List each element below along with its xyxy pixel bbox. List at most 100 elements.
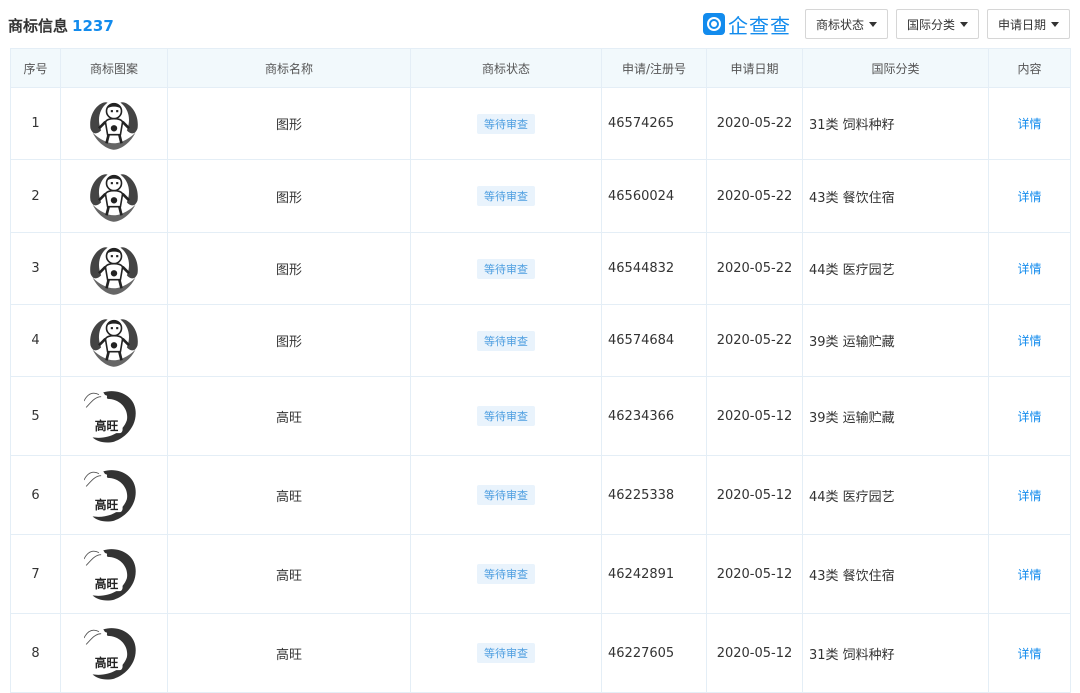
filter-label: 商标状态 xyxy=(815,17,864,32)
table-row: 6 高旺 高旺 等待审查 46225338 2020-05-12 44类 医疗园艺 详情 xyxy=(10,455,1071,535)
details-link[interactable]: 详情 xyxy=(1017,489,1041,503)
row-number: 3 xyxy=(10,232,61,305)
table-row: 3 图形 等待审查 46544832 2020-05-22 44类 医疗园艺 详情 xyxy=(10,232,1071,305)
table-row: 8 高旺 高旺 等待审查 46227605 2020-05-12 31类 饲料种籽 详情 xyxy=(10,613,1071,693)
caret-down-icon xyxy=(868,21,877,27)
details-link[interactable]: 详情 xyxy=(1017,410,1041,424)
trademark-name: 高旺 xyxy=(167,455,411,535)
row-number: 4 xyxy=(10,304,61,377)
filter-label: 申请日期 xyxy=(997,17,1046,32)
figure-emblem-icon[interactable] xyxy=(84,241,144,297)
registration-number: 46544832 xyxy=(601,232,707,305)
international-class: 43类 餐饮住宿 xyxy=(802,534,989,614)
table-body: 1 图形 等待审查 46574265 2020-05-22 31类 饲料种籽 详情 2 图形 等待… xyxy=(10,87,1071,693)
details-link[interactable]: 详情 xyxy=(1017,262,1041,276)
action-cell: 详情 xyxy=(988,87,1071,160)
logo-text: 高旺 xyxy=(95,656,119,670)
figure-emblem-icon[interactable] xyxy=(84,96,144,152)
trademark-table: 序号 商标图案 商标名称 商标状态 申请/注册号 申请日期 国际分类 内容 1 图… xyxy=(10,48,1071,693)
registration-number: 46225338 xyxy=(601,455,707,535)
status-cell: 等待审查 xyxy=(410,534,602,614)
international-class: 31类 饲料种籽 xyxy=(802,87,989,160)
trademark-name: 图形 xyxy=(167,159,411,233)
col-header: 国际分类 xyxy=(802,48,989,88)
application-date: 2020-05-12 xyxy=(706,376,803,456)
col-header: 申请/注册号 xyxy=(601,48,707,88)
details-link[interactable]: 详情 xyxy=(1017,334,1041,348)
action-cell: 详情 xyxy=(988,455,1071,535)
action-cell: 详情 xyxy=(988,613,1071,693)
figure-emblem-icon[interactable] xyxy=(84,168,144,224)
action-cell: 详情 xyxy=(988,376,1071,456)
table-row: 7 高旺 高旺 等待审查 46242891 2020-05-12 43类 餐饮住宿 详情 xyxy=(10,534,1071,614)
shrimp-emblem-icon[interactable]: 高旺 xyxy=(84,546,144,602)
status-cell: 等待审查 xyxy=(410,613,602,693)
status-badge: 等待审查 xyxy=(477,406,535,426)
details-link[interactable]: 详情 xyxy=(1017,117,1041,131)
registration-number: 46234366 xyxy=(601,376,707,456)
details-link[interactable]: 详情 xyxy=(1017,647,1041,661)
application-date: 2020-05-22 xyxy=(706,87,803,160)
details-link[interactable]: 详情 xyxy=(1017,190,1041,204)
status-cell: 等待审查 xyxy=(410,232,602,305)
col-header: 申请日期 xyxy=(706,48,803,88)
trademark-name: 图形 xyxy=(167,87,411,160)
col-header: 序号 xyxy=(10,48,61,88)
page-header: 商标信息 1237 企查查 商标状态 国际分类 申请日期 xyxy=(0,0,1080,48)
registration-number: 46227605 xyxy=(601,613,707,693)
international-class: 44类 医疗园艺 xyxy=(802,232,989,305)
status-cell: 等待审查 xyxy=(410,159,602,233)
table-header-row: 序号 商标图案 商标名称 商标状态 申请/注册号 申请日期 国际分类 内容 xyxy=(10,48,1071,88)
application-date: 2020-05-12 xyxy=(706,455,803,535)
status-badge: 等待审查 xyxy=(477,258,535,279)
trademark-name: 高旺 xyxy=(167,534,411,614)
shrimp-emblem-icon[interactable]: 高旺 xyxy=(84,467,144,523)
application-date: 2020-05-12 xyxy=(706,613,803,693)
brand-name: 企查查 xyxy=(727,13,791,38)
trademark-image-cell xyxy=(60,232,168,305)
application-date: 2020-05-22 xyxy=(706,304,803,377)
qichacha-icon xyxy=(702,13,725,35)
status-badge: 等待审查 xyxy=(477,330,535,351)
action-cell: 详情 xyxy=(988,159,1071,233)
row-number: 2 xyxy=(10,159,61,233)
figure-emblem-icon[interactable] xyxy=(84,313,144,369)
table-row: 2 图形 等待审查 46560024 2020-05-22 43类 餐饮住宿 详情 xyxy=(10,159,1071,233)
col-header: 商标图案 xyxy=(60,48,168,88)
international-class: 39类 运输贮藏 xyxy=(802,304,989,377)
trademark-image-cell xyxy=(60,87,168,160)
shrimp-emblem-icon[interactable]: 高旺 xyxy=(84,625,144,681)
col-header: 商标状态 xyxy=(410,48,602,88)
trademark-image-cell: 高旺 xyxy=(60,534,168,614)
registration-number: 46574265 xyxy=(601,87,707,160)
application-date: 2020-05-22 xyxy=(706,159,803,233)
trademark-image-cell xyxy=(60,304,168,377)
status-badge: 等待审查 xyxy=(477,186,535,206)
trademark-image-cell xyxy=(60,159,168,233)
logo-text: 高旺 xyxy=(95,419,119,433)
international-class: 31类 饲料种籽 xyxy=(802,613,989,693)
table-row: 4 图形 等待审查 46574684 2020-05-22 39类 运输贮藏 详情 xyxy=(10,304,1071,377)
details-link[interactable]: 详情 xyxy=(1017,568,1041,582)
col-header: 内容 xyxy=(988,48,1071,88)
header-toolbar: 企查查 商标状态 国际分类 申请日期 xyxy=(702,9,1070,39)
col-header: 商标名称 xyxy=(167,48,411,88)
row-number: 1 xyxy=(10,87,61,160)
filter-status-dropdown[interactable]: 商标状态 xyxy=(804,9,888,39)
filter-class-dropdown[interactable]: 国际分类 xyxy=(895,9,979,39)
status-badge: 等待审查 xyxy=(477,643,535,663)
international-class: 44类 医疗园艺 xyxy=(802,455,989,535)
application-date: 2020-05-22 xyxy=(706,232,803,305)
action-cell: 详情 xyxy=(988,232,1071,305)
filter-label: 国际分类 xyxy=(906,17,955,32)
registration-number: 46560024 xyxy=(601,159,707,233)
status-cell: 等待审查 xyxy=(410,304,602,377)
shrimp-emblem-icon[interactable]: 高旺 xyxy=(84,388,144,444)
filter-date-dropdown[interactable]: 申请日期 xyxy=(986,9,1070,39)
title-label: 商标信息 xyxy=(8,17,69,35)
caret-down-icon xyxy=(959,21,968,27)
action-cell: 详情 xyxy=(988,534,1071,614)
status-badge: 等待审查 xyxy=(477,113,535,134)
registration-number: 46574684 xyxy=(601,304,707,377)
logo-text: 高旺 xyxy=(95,577,119,591)
